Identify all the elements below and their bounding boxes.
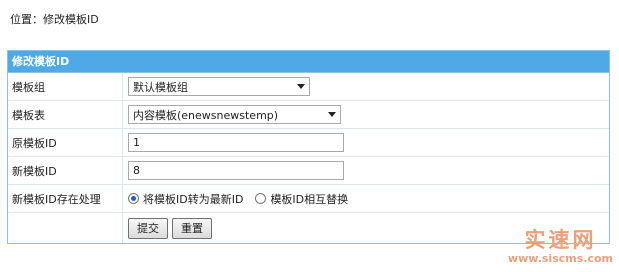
breadcrumb: 位置：修改模板ID <box>10 11 99 27</box>
new-template-id-label: 新模板ID <box>8 157 123 184</box>
template-group-selected: 默认模板组 <box>133 80 188 94</box>
watermark-url: www.siscms.com <box>507 252 613 265</box>
radio-swap-ids[interactable] <box>255 193 267 204</box>
old-template-id-input[interactable]: 1 <box>128 133 344 152</box>
row-template-group: 模板组 默认模板组 <box>8 73 609 101</box>
submit-button[interactable]: 提交 <box>128 217 168 239</box>
reset-button[interactable]: 重置 <box>172 217 212 239</box>
radio-swap-ids-label[interactable]: 模板ID相互替换 <box>270 191 348 207</box>
row-new-template-id: 新模板ID 8 <box>8 157 609 185</box>
radio-convert-to-newest-label[interactable]: 将模板ID转为最新ID <box>143 191 243 207</box>
panel-title: 修改模板ID <box>8 51 609 73</box>
exists-handling-label: 新模板ID存在处理 <box>8 185 123 212</box>
breadcrumb-current: 修改模板ID <box>43 13 99 26</box>
old-template-id-label: 原模板ID <box>8 129 123 156</box>
edit-template-id-panel: 修改模板ID 模板组 默认模板组 模板表 内容模板(enewsnewstemp)… <box>7 50 610 244</box>
chevron-down-icon <box>328 112 336 117</box>
watermark: 实速网 www.siscms.com <box>508 228 613 266</box>
row-old-template-id: 原模板ID 1 <box>8 129 609 157</box>
template-table-select[interactable]: 内容模板(enewsnewstemp) <box>128 105 341 124</box>
template-table-selected: 内容模板(enewsnewstemp) <box>133 108 279 122</box>
chevron-down-icon <box>297 84 305 89</box>
template-table-label: 模板表 <box>8 101 123 128</box>
new-template-id-input[interactable]: 8 <box>128 161 344 180</box>
watermark-title: 实速网 <box>524 228 597 252</box>
template-group-label: 模板组 <box>8 73 123 100</box>
template-group-select[interactable]: 默认模板组 <box>128 77 310 96</box>
breadcrumb-prefix: 位置： <box>10 13 43 26</box>
exists-handling-options: 将模板ID转为最新ID 模板ID相互替换 <box>128 191 348 207</box>
radio-convert-to-newest[interactable] <box>128 193 139 204</box>
row-exists-handling: 新模板ID存在处理 将模板ID转为最新ID 模板ID相互替换 <box>8 185 609 213</box>
row-template-table: 模板表 内容模板(enewsnewstemp) <box>8 101 609 129</box>
